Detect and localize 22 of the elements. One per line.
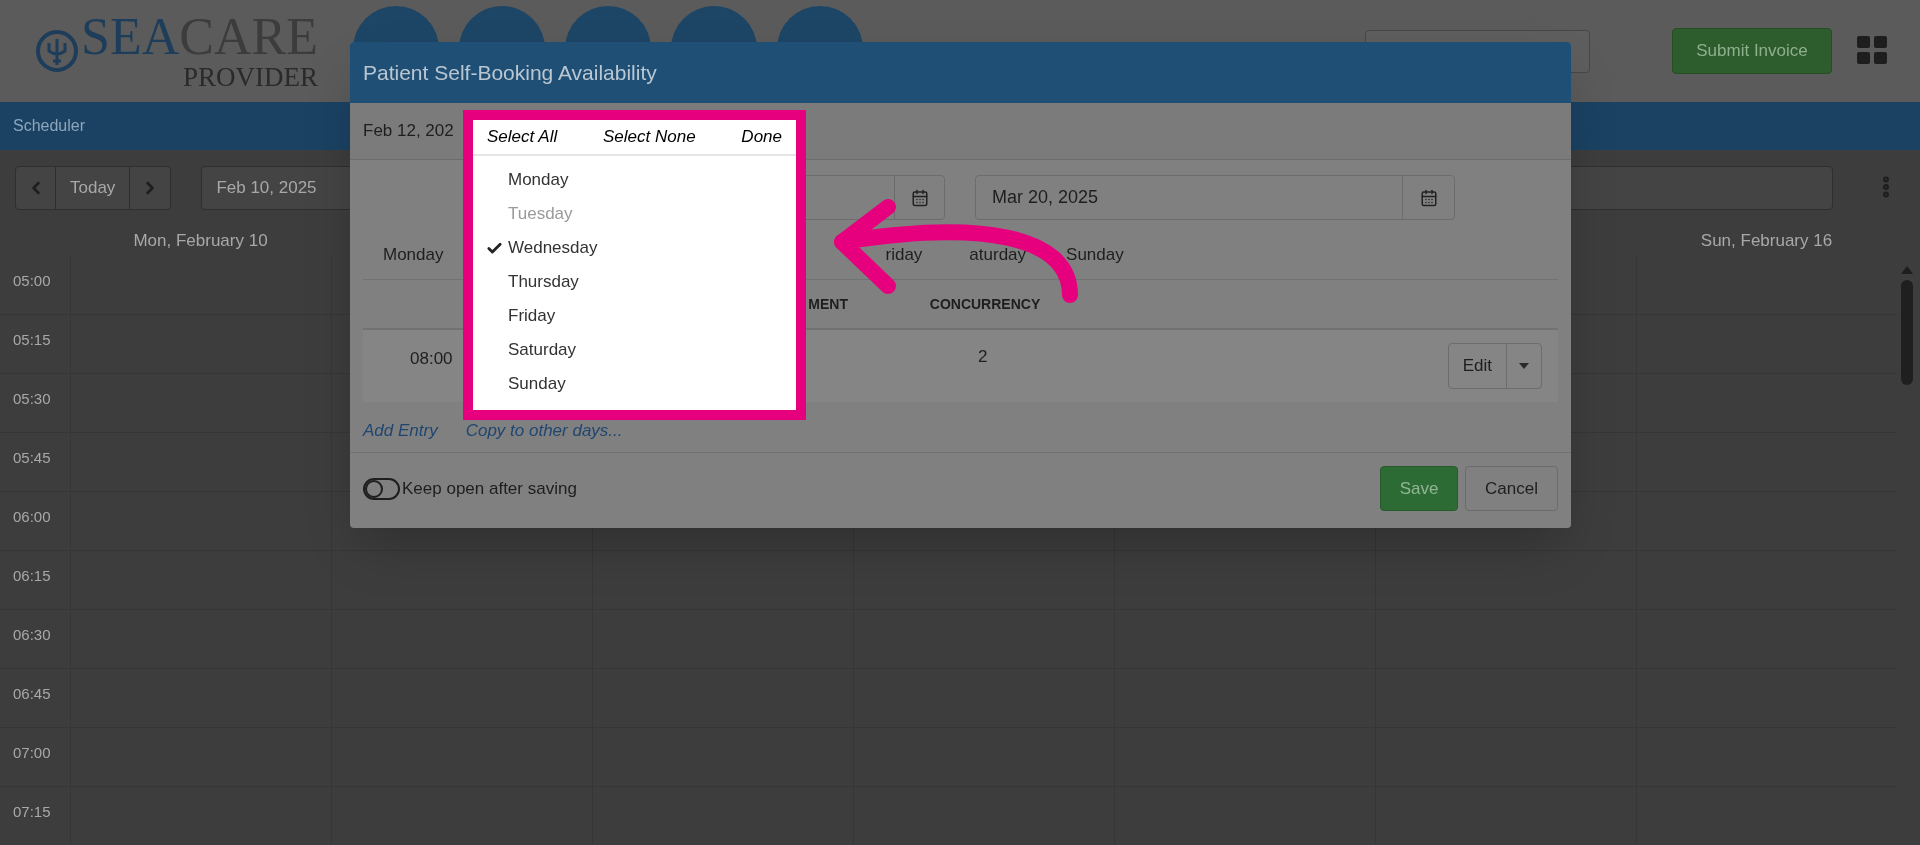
- time-label: 05:15: [13, 331, 51, 348]
- logo-text: CARE: [179, 12, 318, 62]
- time-label: 06:00: [13, 508, 51, 525]
- concurrency-cell-text: 2: [978, 346, 988, 368]
- time-label: 06:45: [13, 685, 51, 702]
- column-header: MENT: [808, 295, 848, 312]
- day-header: Sun, February 16: [1700, 230, 1833, 253]
- date-label: Feb 12, 202: [363, 120, 454, 143]
- time-label: 06:30: [13, 626, 51, 643]
- logo-text: SEA: [81, 12, 180, 62]
- time-label: 07:15: [13, 803, 51, 820]
- time-label: 07:00: [13, 744, 51, 761]
- day-header: Mon, February 10: [133, 230, 268, 253]
- toggle-label: Keep open after saving: [402, 477, 577, 500]
- time-label: 05:00: [13, 272, 51, 289]
- time-label: 05:45: [13, 449, 51, 466]
- time-label: 05:30: [13, 390, 51, 407]
- time-label: 06:15: [13, 567, 51, 584]
- section-title: Scheduler: [13, 116, 86, 136]
- column-header: CONCURRENCY: [929, 295, 1041, 312]
- time-cell-text: 08:00: [410, 348, 453, 371]
- modal-title: Patient Self-Booking Availability: [363, 59, 657, 86]
